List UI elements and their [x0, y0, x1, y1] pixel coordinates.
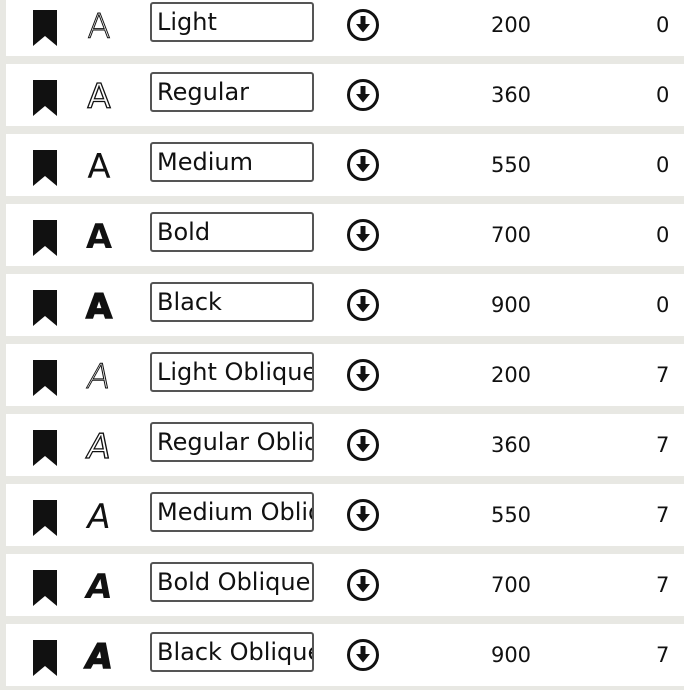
style-name-input[interactable]	[150, 142, 314, 182]
weight-value: 700	[490, 223, 532, 247]
style-name-input[interactable]	[150, 632, 314, 672]
slant-value: 0	[656, 83, 670, 107]
font-style-row: A 360 0	[6, 64, 684, 126]
slant-value: 0	[656, 293, 670, 317]
weight-value: 550	[490, 503, 532, 527]
download-circle-icon[interactable]	[346, 428, 380, 462]
download-circle-icon[interactable]	[346, 568, 380, 602]
glyph-preview: A	[85, 217, 113, 257]
glyph-preview: A	[83, 497, 115, 537]
glyph-preview: A	[82, 567, 116, 607]
slant-value: 0	[656, 13, 670, 37]
style-name-input[interactable]	[150, 282, 314, 322]
style-name-input[interactable]	[150, 2, 314, 42]
font-style-row: A 200 7	[6, 344, 684, 406]
font-style-row: A 200 0	[6, 0, 684, 56]
bookmark-icon[interactable]	[31, 8, 59, 48]
bookmark-icon[interactable]	[31, 218, 59, 258]
style-name-input[interactable]	[150, 352, 314, 392]
glyph-preview: A	[87, 7, 111, 48]
font-style-row: A 550 7	[6, 484, 684, 546]
glyph-preview: A	[85, 286, 113, 328]
bookmark-icon[interactable]	[31, 568, 59, 608]
glyph-preview: A	[83, 357, 115, 398]
glyph-preview: A	[83, 426, 115, 467]
glyph-preview: A	[82, 636, 117, 678]
slant-value: 0	[656, 223, 670, 247]
style-name-input[interactable]	[150, 422, 314, 462]
font-style-row: A 550 0	[6, 134, 684, 196]
download-circle-icon[interactable]	[346, 498, 380, 532]
weight-value: 900	[490, 643, 532, 667]
bookmark-icon[interactable]	[31, 638, 59, 678]
font-style-row: A 900 7	[6, 624, 684, 686]
font-style-row: A 700 0	[6, 204, 684, 266]
slant-value: 7	[656, 643, 670, 667]
style-name-input[interactable]	[150, 492, 314, 532]
font-style-list: A 200 0 A 360 0 A 550 0 A 700 0 A 900 0 A 200 7 A 360 7 A 550 7…	[0, 0, 684, 690]
download-circle-icon[interactable]	[346, 288, 380, 322]
font-style-row: A 360 7	[6, 414, 684, 476]
weight-value: 200	[490, 363, 532, 387]
slant-value: 7	[656, 363, 670, 387]
bookmark-icon[interactable]	[31, 428, 59, 468]
slant-value: 0	[656, 153, 670, 177]
download-circle-icon[interactable]	[346, 148, 380, 182]
weight-value: 900	[490, 293, 532, 317]
download-circle-icon[interactable]	[346, 8, 380, 42]
download-circle-icon[interactable]	[346, 638, 380, 672]
weight-value: 360	[490, 83, 532, 107]
bookmark-icon[interactable]	[31, 498, 59, 538]
style-name-input[interactable]	[150, 72, 314, 112]
weight-value: 360	[490, 433, 532, 457]
download-circle-icon[interactable]	[346, 78, 380, 112]
bookmark-icon[interactable]	[31, 78, 59, 118]
weight-value: 700	[490, 573, 532, 597]
bookmark-icon[interactable]	[31, 288, 59, 328]
style-name-input[interactable]	[150, 562, 314, 602]
download-circle-icon[interactable]	[346, 218, 380, 252]
bookmark-icon[interactable]	[31, 358, 59, 398]
glyph-preview: A	[87, 76, 112, 117]
bookmark-icon[interactable]	[31, 148, 59, 188]
slant-value: 7	[656, 503, 670, 527]
glyph-preview: A	[87, 147, 111, 187]
slant-value: 7	[656, 433, 670, 457]
slant-value: 7	[656, 573, 670, 597]
weight-value: 550	[490, 153, 532, 177]
font-style-row: A 900 0	[6, 274, 684, 336]
font-style-row: A 700 7	[6, 554, 684, 616]
style-name-input[interactable]	[150, 212, 314, 252]
weight-value: 200	[490, 13, 532, 37]
download-circle-icon[interactable]	[346, 358, 380, 392]
